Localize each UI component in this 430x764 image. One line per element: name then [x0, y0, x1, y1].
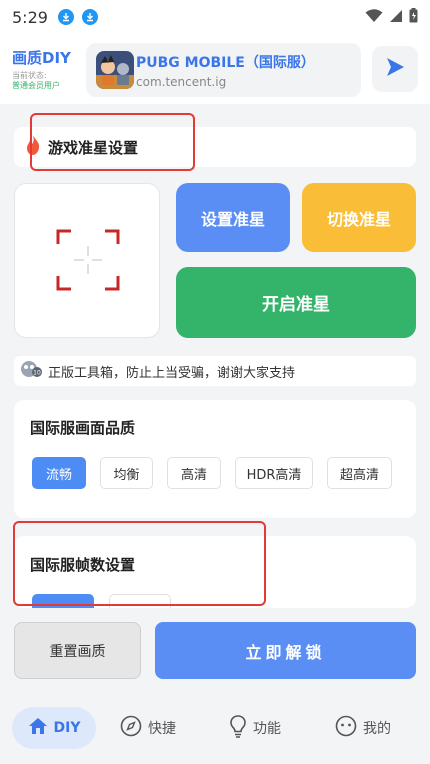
status-time: 5:29	[12, 7, 48, 27]
signal-icon	[389, 8, 403, 27]
nav-item-profile[interactable]: 我的	[310, 707, 416, 749]
highlight-frame	[30, 113, 195, 171]
brand-status-label: 当前状态:	[12, 71, 47, 80]
notice-text: 正版工具箱，防止上当受骗，谢谢大家支持	[48, 365, 296, 381]
quality-option-ultra[interactable]: 超高清	[327, 457, 392, 489]
switch-crosshair-button[interactable]: 切换准星	[302, 183, 416, 252]
nav-item-features[interactable]: 功能	[200, 707, 310, 749]
compass-icon	[120, 715, 142, 741]
set-crosshair-button[interactable]: 设置准星	[176, 183, 290, 252]
nav-label: 快捷	[148, 721, 176, 737]
bottom-nav: DIY 快捷 功能 我的	[0, 700, 430, 756]
quality-title: 国际服画面品质	[30, 419, 136, 437]
bulb-icon	[229, 714, 247, 742]
launch-game-button[interactable]	[372, 46, 418, 92]
game-name: PUBG MOBILE（国际服）	[136, 54, 315, 71]
nav-label: 功能	[253, 721, 281, 737]
quality-option-hdr[interactable]: HDR高清	[235, 457, 313, 489]
brand: 画质DIY 当前状态: 普通会员用户	[12, 47, 86, 91]
reset-quality-button[interactable]: 重置画质	[14, 622, 141, 679]
battery-icon	[409, 7, 418, 27]
quality-card: 国际服画面品质 流畅 均衡 高清 HDR高清 超高清	[14, 400, 416, 518]
svg-text:10: 10	[33, 370, 41, 377]
quality-option-balanced[interactable]: 均衡	[100, 457, 153, 489]
nav-label: DIY	[53, 720, 81, 736]
crosshair-icon	[56, 229, 120, 291]
download-icon	[57, 9, 74, 25]
crosshair-preview	[14, 183, 160, 338]
brand-title: 画质DIY	[12, 49, 71, 67]
unlock-button[interactable]: 立即解锁	[155, 622, 416, 679]
download-icon	[81, 9, 98, 25]
play-icon	[384, 56, 406, 82]
membership-status: 普通会员用户	[12, 81, 60, 90]
nav-item-shortcut[interactable]: 快捷	[96, 707, 200, 749]
nav-label: 我的	[363, 721, 391, 737]
quality-options: 流畅 均衡 高清 HDR高清 超高清	[32, 457, 392, 489]
enable-crosshair-button[interactable]: 开启准星	[176, 267, 416, 338]
game-selector[interactable]: PUBG MOBILE（国际服） com.tencent.ig	[86, 43, 361, 97]
notice-bar: 10 正版工具箱，防止上当受骗，谢谢大家支持	[14, 356, 416, 386]
app-header: 画质DIY 当前状态: 普通会员用户 PUBG MOBILE（国际服） com.…	[0, 34, 430, 104]
status-bar: 5:29	[0, 0, 430, 34]
quality-option-smooth[interactable]: 流畅	[32, 457, 86, 489]
game-app-icon	[96, 51, 134, 89]
home-icon	[28, 717, 48, 739]
highlight-frame	[13, 521, 266, 606]
face-icon	[335, 715, 357, 741]
mascot-icon: 10	[20, 359, 42, 383]
game-package: com.tencent.ig	[136, 74, 227, 89]
wifi-icon	[365, 8, 383, 27]
nav-item-diy[interactable]: DIY	[12, 707, 96, 749]
quality-option-hd[interactable]: 高清	[167, 457, 221, 489]
